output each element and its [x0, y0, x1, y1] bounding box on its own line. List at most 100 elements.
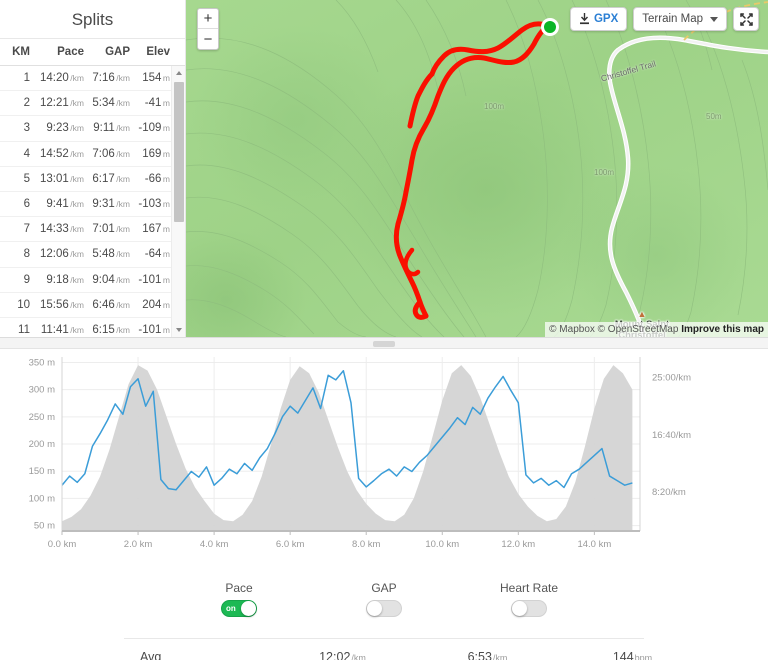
zoom-in-button[interactable]: +	[198, 9, 218, 29]
map-panel[interactable]: Christoffel Trail 100m 50m 100m ▲ Mount …	[186, 0, 768, 337]
scroll-down-arrow-icon[interactable]	[172, 323, 185, 337]
start-marker	[544, 21, 556, 33]
split-elev: 154 m	[142, 72, 170, 85]
split-elev: 167 m	[142, 223, 170, 236]
stat-cell: 12:02/km	[270, 650, 415, 660]
y-axis-tick: 350 m	[29, 357, 55, 368]
map-canvas[interactable]	[186, 0, 768, 337]
stat-cell: Avg	[0, 650, 270, 660]
chart-controls: Pace on GAP Heart Rate Avg 12:02/km 6:53/km 14…	[0, 566, 768, 660]
split-gap: 6:15/km	[92, 323, 130, 336]
drag-handle[interactable]	[373, 341, 395, 347]
split-gap: 7:16/km	[92, 72, 130, 85]
average-stats-row: Avg 12:02/km 6:53/km 144bpm	[0, 639, 768, 660]
table-row[interactable]: 8 12:06/km 5:48/km -64 m	[0, 242, 171, 268]
split-gap: 7:01/km	[92, 223, 130, 236]
y2-axis-tick: 8:20/km	[652, 487, 686, 498]
toggle-knob	[367, 601, 382, 616]
map-style-dropdown[interactable]: Terrain Map	[633, 7, 727, 31]
toggle-knob	[512, 601, 527, 616]
split-pace: 9:41/km	[46, 198, 84, 211]
y-axis-tick: 100 m	[29, 493, 55, 504]
zoom-out-button[interactable]: −	[198, 29, 218, 49]
split-elev: -109 m	[138, 122, 170, 135]
fullscreen-icon	[739, 12, 753, 26]
split-pace: 14:33/km	[40, 223, 84, 236]
attribution-text: © Mapbox © OpenStreetMap	[549, 324, 682, 335]
split-pace: 14:20/km	[40, 72, 84, 85]
splits-table-header: KM Pace GAP Elev	[0, 39, 185, 66]
map-zoom-controls[interactable]: + −	[197, 8, 219, 50]
x-axis-tick: 2.0 km	[124, 539, 153, 550]
split-km: 11	[18, 323, 30, 336]
avg-pace-value: 12:02	[319, 650, 351, 660]
split-km: 3	[23, 122, 30, 135]
table-row[interactable]: 7 14:33/km 7:01/km 167 m	[0, 217, 171, 243]
scrollbar-thumb[interactable]	[174, 82, 184, 222]
table-row[interactable]: 10 15:56/km 6:46/km 204 m	[0, 293, 171, 318]
map-toolbar: GPX Terrain Map	[569, 7, 759, 31]
toggle-gap[interactable]	[366, 600, 402, 617]
map-attribution: © Mapbox © OpenStreetMap Improve this ma…	[545, 322, 768, 337]
contour-label-1: 100m	[484, 102, 505, 111]
chevron-down-icon	[710, 16, 718, 22]
activity-page: Splits KM Pace GAP Elev 1 14:20/km 7:16/km…	[0, 0, 768, 660]
split-gap: 5:48/km	[92, 248, 130, 261]
contour-label-2: 50m	[706, 112, 722, 121]
split-km: 10	[17, 298, 30, 311]
mountain-peak-icon: ▲	[637, 309, 647, 319]
toggle-label: GAP	[371, 581, 397, 595]
table-row[interactable]: 1 14:20/km 7:16/km 154 m	[0, 66, 171, 92]
y-axis-tick: 150 m	[29, 466, 55, 477]
x-axis-tick: 0.0 km	[48, 539, 77, 550]
download-icon	[579, 13, 589, 25]
splits-panel: Splits KM Pace GAP Elev 1 14:20/km 7:16/km…	[0, 0, 186, 337]
split-km: 8	[23, 248, 30, 261]
split-elev: 169 m	[142, 147, 170, 160]
table-row[interactable]: 2 12:21/km 5:34/km -41 m	[0, 91, 171, 117]
split-km: 4	[23, 147, 30, 160]
split-gap: 9:31/km	[92, 198, 130, 211]
y2-axis-tick: 25:00/km	[652, 373, 691, 384]
split-gap: 9:04/km	[92, 273, 130, 286]
top-section: Splits KM Pace GAP Elev 1 14:20/km 7:16/km…	[0, 0, 768, 337]
chart-svg[interactable]: 50 m 100 m 150 m 200 m 250 m 300 m 350 m 8:20/k…	[0, 349, 768, 562]
splits-scrollbar[interactable]	[171, 66, 185, 337]
scroll-up-arrow-icon[interactable]	[172, 66, 185, 80]
split-gap: 6:46/km	[92, 298, 130, 311]
splits-title: Splits	[0, 0, 185, 39]
split-gap: 5:34/km	[92, 97, 130, 110]
table-row[interactable]: 4 14:52/km 7:06/km 169 m	[0, 142, 171, 167]
toggle-label: Heart Rate	[499, 581, 559, 595]
toggle-knob	[241, 601, 256, 616]
avg-gap-value: 6:53	[467, 650, 492, 660]
toggle-cell: GAP	[312, 581, 457, 622]
table-row[interactable]: 5 13:01/km 6:17/km -66 m	[0, 167, 171, 192]
download-gpx-button[interactable]: GPX	[569, 7, 628, 31]
x-axis-tick: 6.0 km	[276, 539, 305, 550]
table-row[interactable]: 9 9:18/km 9:04/km -101 m	[0, 268, 171, 293]
column-header-km: KM	[12, 46, 30, 58]
split-gap: 9:11/km	[93, 122, 130, 135]
table-row[interactable]: 3 9:23/km 9:11/km -109 m	[0, 116, 171, 142]
avg-gap-unit: /km	[492, 653, 508, 660]
split-elev: -101 m	[138, 273, 170, 286]
toggle-heart-rate[interactable]	[511, 600, 547, 617]
split-pace: 15:56/km	[40, 298, 84, 311]
table-row[interactable]: 6 9:41/km 9:31/km -103 m	[0, 192, 171, 218]
x-axis-tick: 14.0 km	[577, 539, 611, 550]
y-axis-tick: 300 m	[29, 385, 55, 396]
split-elev: -64 m	[144, 248, 170, 261]
elevation-pace-chart[interactable]: 50 m 100 m 150 m 200 m 250 m 300 m 350 m 8:20/k…	[0, 349, 768, 562]
fullscreen-button[interactable]	[733, 7, 759, 31]
avg-label: Avg	[140, 650, 162, 660]
toggle-pace[interactable]: on	[221, 600, 257, 617]
splits-scroll-area[interactable]: 1 14:20/km 7:16/km 154 m 2 12:21/km 5:34/km -41 m…	[0, 66, 185, 337]
panel-resize-divider[interactable]	[0, 337, 768, 349]
table-row[interactable]: 11 11:41/km 6:15/km -101 m	[0, 318, 171, 337]
split-elev: 204 m	[142, 298, 170, 311]
split-km: 9	[23, 273, 30, 286]
avg-pace-unit: /km	[351, 653, 366, 660]
improve-map-link[interactable]: Improve this map	[681, 324, 764, 335]
column-header-pace: Pace	[57, 46, 84, 58]
